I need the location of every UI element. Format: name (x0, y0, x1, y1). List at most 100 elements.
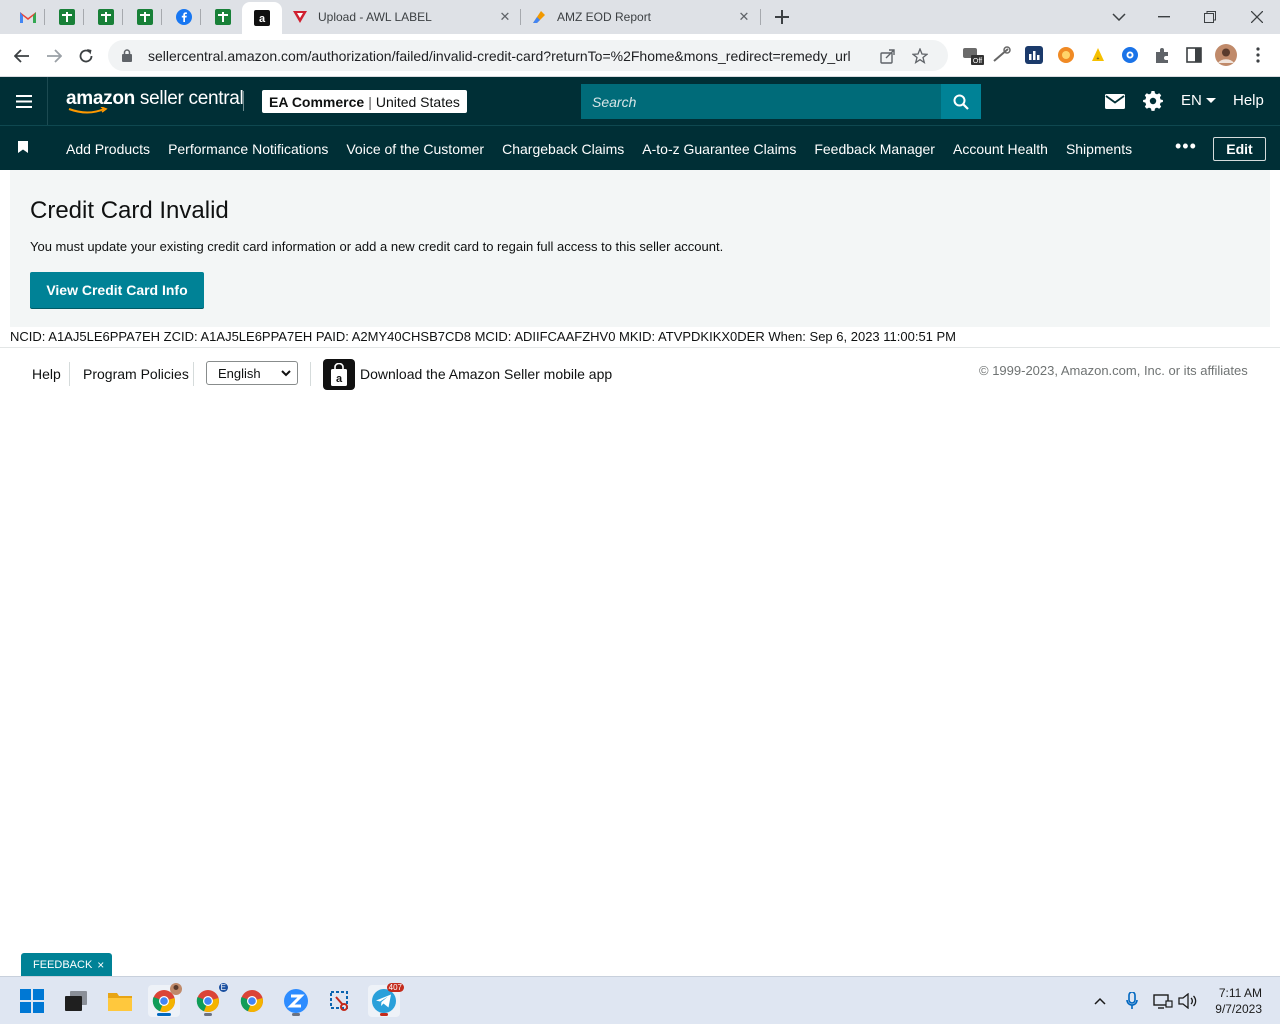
facebook-icon (176, 9, 192, 25)
profile-avatar[interactable] (1215, 44, 1237, 66)
minimize-button[interactable] (1151, 4, 1177, 30)
share-icon[interactable] (876, 44, 900, 68)
settings-button[interactable] (1142, 90, 1164, 112)
debug-info: NCID: A1AJ5LE6PPA7EH ZCID: A1AJ5LE6PPA7E… (10, 329, 957, 344)
help-link[interactable]: Help (1233, 92, 1264, 109)
tab-amz-eod-report[interactable]: AMZ EOD Report ✕ (531, 2, 753, 32)
microphone-icon[interactable] (1122, 991, 1142, 1011)
chevron-down-icon (281, 370, 291, 377)
chrome-profile-2-button[interactable]: E (192, 983, 228, 1017)
bookmark-star-icon[interactable] (908, 44, 932, 68)
view-credit-card-button[interactable]: View Credit Card Info (30, 272, 204, 308)
show-hidden-icons-button[interactable] (1090, 991, 1110, 1011)
bookmark-nav-bar: Add Products Performance Notifications V… (0, 125, 1280, 170)
chrome-profile-1-button[interactable] (148, 983, 182, 1017)
gmail-tab[interactable] (15, 5, 41, 29)
reload-button[interactable] (72, 42, 100, 70)
file-explorer-button[interactable] (104, 985, 136, 1017)
telegram-button[interactable]: 407 (368, 983, 404, 1017)
gmail-icon (20, 12, 36, 23)
nav-chargeback-claims[interactable]: Chargeback Claims (502, 141, 624, 157)
extensions-puzzle-icon[interactable] (1151, 44, 1173, 66)
nav-shipments[interactable]: Shipments (1066, 141, 1132, 157)
search-input[interactable] (581, 84, 941, 119)
restore-button[interactable] (1197, 4, 1223, 30)
snipping-tool-button[interactable] (324, 985, 356, 1017)
sheets-tab-3[interactable] (132, 5, 158, 29)
extension-keepa-icon[interactable] (1023, 44, 1045, 66)
more-options-icon[interactable]: ••• (1175, 136, 1197, 157)
nav-a-to-z-claims[interactable]: A-to-z Guarantee Claims (642, 141, 796, 157)
tab-search-button[interactable] (1106, 4, 1132, 30)
chrome-icon (240, 990, 263, 1013)
footer: Help Program Policies English a Download… (0, 348, 1280, 398)
bookmark-icon[interactable] (18, 141, 28, 153)
close-icon (1251, 11, 1263, 23)
mail-icon (1105, 93, 1125, 109)
chrome-icon (196, 990, 219, 1013)
close-icon[interactable]: ✕ (735, 9, 753, 25)
search-button[interactable] (941, 84, 981, 119)
scissors-icon (330, 991, 348, 1011)
nav-performance-notifications[interactable]: Performance Notifications (168, 141, 328, 157)
download-app-link[interactable]: Download the Amazon Seller mobile app (360, 366, 612, 382)
extension-scout-icon[interactable]: + (1087, 44, 1109, 66)
side-panel-icon[interactable] (1183, 44, 1205, 66)
system-clock[interactable]: 7:11 AM 9/7/2023 (1206, 985, 1262, 1017)
sheets-tab-1[interactable] (54, 5, 80, 29)
sheets-tab-2[interactable] (93, 5, 119, 29)
hamburger-icon (15, 94, 32, 108)
url-text[interactable]: sellercentral.amazon.com/authorization/f… (148, 48, 868, 64)
lock-icon[interactable] (120, 49, 134, 62)
start-button[interactable] (16, 985, 48, 1017)
nav-account-health[interactable]: Account Health (953, 141, 1048, 157)
footer-language-select[interactable]: English (206, 361, 298, 385)
task-view-button[interactable] (60, 985, 92, 1017)
extension-blue-icon[interactable] (1119, 44, 1141, 66)
feedback-button[interactable]: FEEDBACK × (21, 953, 112, 976)
amazon-tab-active[interactable]: a (242, 2, 282, 34)
menu-button[interactable] (0, 77, 48, 125)
close-icon[interactable]: × (97, 958, 104, 972)
browser-tab-strip: a Upload - AWL LABEL ✕ AMZ EOD Report ✕ (0, 0, 1280, 34)
edit-button[interactable]: Edit (1213, 137, 1266, 161)
svg-text:+: + (1097, 56, 1100, 62)
new-tab-button[interactable] (769, 4, 795, 30)
extension-orange-icon[interactable] (1055, 44, 1077, 66)
address-bar[interactable]: sellercentral.amazon.com/authorization/f… (108, 40, 948, 71)
close-icon[interactable]: ✕ (496, 9, 514, 25)
nav-voice-of-the-customer[interactable]: Voice of the Customer (346, 141, 484, 157)
minimize-icon (1158, 16, 1170, 18)
browser-toolbar: sellercentral.amazon.com/authorization/f… (0, 34, 1280, 77)
nav-add-products[interactable]: Add Products (66, 141, 150, 157)
language-selector[interactable]: EN (1181, 92, 1216, 109)
sheets-tab-4[interactable] (210, 5, 236, 29)
extension-tool-icon[interactable] (991, 44, 1013, 66)
gear-icon (1143, 91, 1163, 111)
zoom-button[interactable] (280, 985, 312, 1017)
folder-icon (108, 993, 132, 1011)
search-bar (581, 84, 981, 119)
nav-items: Add Products Performance Notifications V… (66, 141, 1150, 157)
nav-feedback-manager[interactable]: Feedback Manager (814, 141, 935, 157)
messages-button[interactable] (1104, 90, 1126, 112)
reload-icon (79, 49, 93, 63)
volume-icon[interactable] (1178, 991, 1198, 1011)
footer-help-link[interactable]: Help (32, 366, 61, 382)
restore-icon (1204, 11, 1216, 23)
browser-menu-icon[interactable] (1247, 44, 1269, 66)
account-switcher[interactable]: EA Commerce | United States (262, 90, 467, 113)
facebook-tab[interactable] (171, 5, 197, 29)
footer-program-policies-link[interactable]: Program Policies (83, 366, 189, 382)
extension-off-icon[interactable]: Off (962, 44, 984, 66)
zoom-icon (284, 989, 308, 1013)
forward-button[interactable] (40, 42, 68, 70)
tab-upload-awl-label[interactable]: Upload - AWL LABEL ✕ (292, 2, 514, 32)
close-window-button[interactable] (1244, 4, 1270, 30)
chrome-profile-3-button[interactable] (236, 985, 268, 1017)
alert-panel: Credit Card Invalid You must update your… (10, 170, 1270, 327)
back-button[interactable] (8, 42, 36, 70)
network-icon[interactable] (1153, 991, 1173, 1011)
page-message: You must update your existing credit car… (30, 239, 724, 254)
amazon-app-icon[interactable]: a (323, 359, 355, 390)
